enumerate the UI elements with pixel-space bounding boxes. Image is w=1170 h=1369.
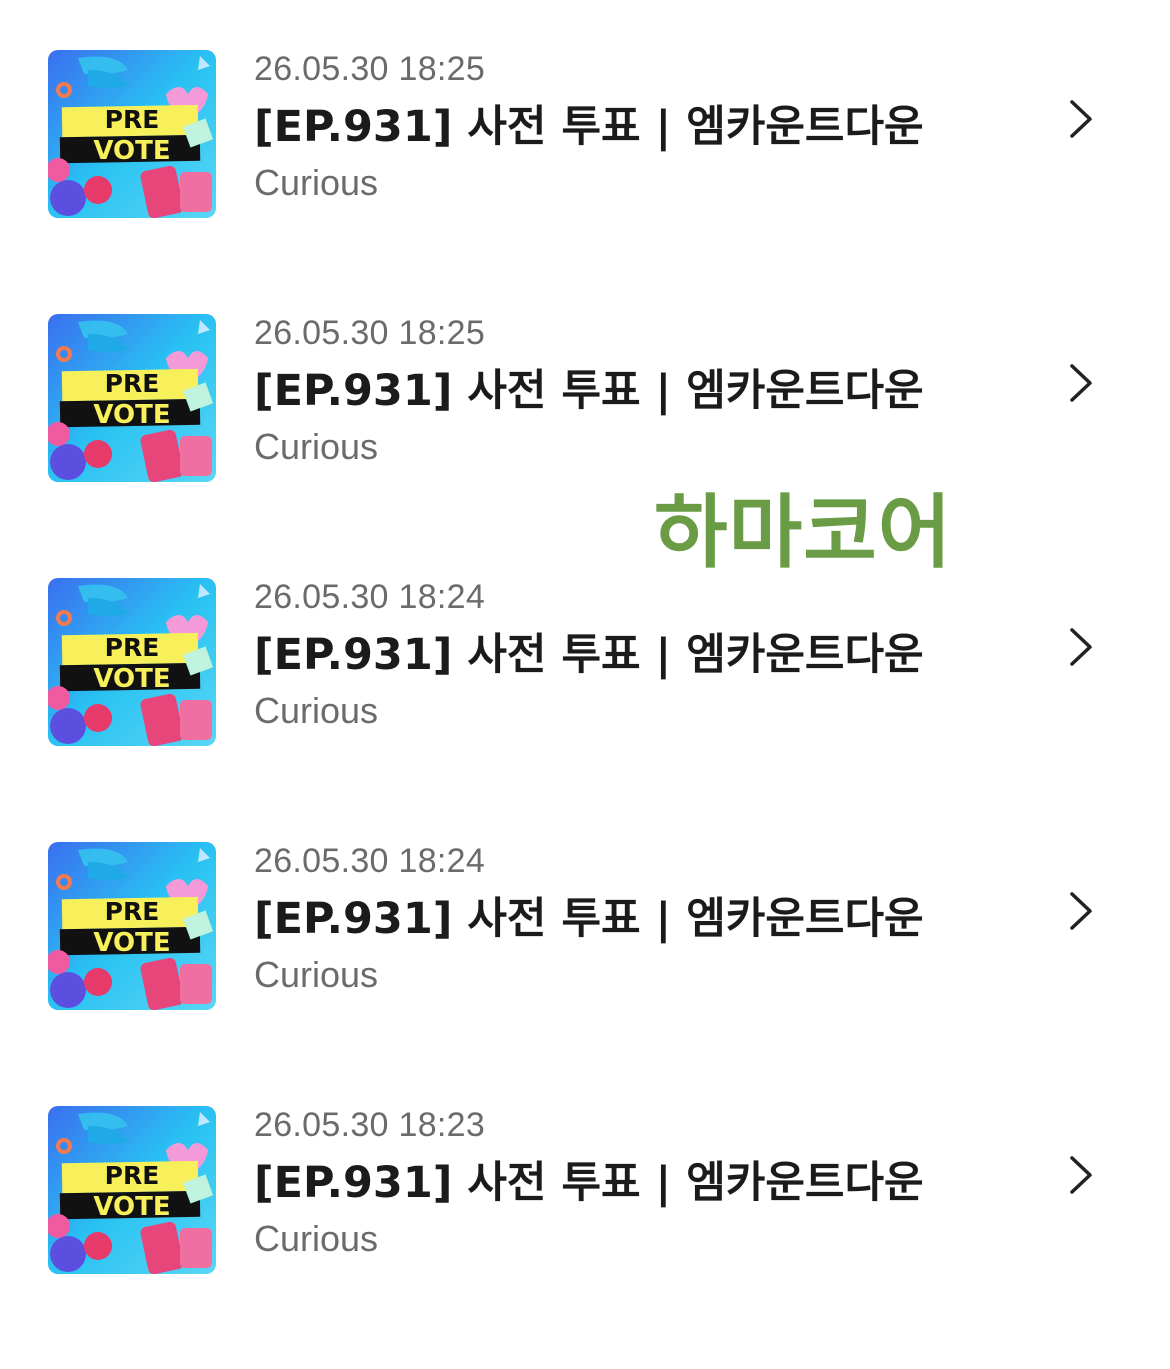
thumbnail: PRE VOTE bbox=[48, 578, 216, 746]
item-date: 26.05.30 18:25 bbox=[254, 314, 486, 352]
thumb-vote-label: VOTE bbox=[93, 136, 170, 166]
chevron-right-icon[interactable] bbox=[1062, 624, 1098, 670]
item-subtitle: Curious bbox=[254, 162, 379, 203]
pre-vote-thumbnail-image: PRE VOTE bbox=[48, 1106, 216, 1274]
thumb-vote-label: VOTE bbox=[93, 1192, 170, 1222]
chevron-right-icon[interactable] bbox=[1062, 888, 1098, 934]
item-subtitle: Curious bbox=[254, 426, 379, 467]
thumb-vote-label: VOTE bbox=[93, 928, 170, 958]
pre-vote-thumbnail-image: PRE VOTE bbox=[48, 842, 216, 1010]
thumb-pre-label: PRE bbox=[105, 1161, 160, 1190]
item-date: 26.05.30 18:23 bbox=[254, 1106, 486, 1144]
item-title: [EP.931] 사전 투표 | 엠카운트다운 bbox=[254, 1158, 924, 1208]
item-title: [EP.931] 사전 투표 | 엠카운트다운 bbox=[254, 894, 924, 944]
item-subtitle: Curious bbox=[254, 690, 379, 731]
thumbnail: PRE VOTE bbox=[48, 842, 216, 1010]
list-item[interactable]: PRE VOTE 26.05.30 18:23 [EP.931] 사전 투표 |… bbox=[0, 1092, 1170, 1292]
pre-vote-thumbnail-image: PRE VOTE bbox=[48, 314, 216, 482]
item-date: 26.05.30 18:24 bbox=[254, 842, 486, 880]
item-subtitle: Curious bbox=[254, 954, 379, 995]
chevron-right-icon[interactable] bbox=[1062, 96, 1098, 142]
thumb-pre-label: PRE bbox=[105, 369, 160, 398]
chevron-right-icon[interactable] bbox=[1062, 360, 1098, 406]
pre-vote-thumbnail-image: PRE VOTE bbox=[48, 50, 216, 218]
item-subtitle: Curious bbox=[254, 1218, 379, 1259]
list-item[interactable]: PRE VOTE 26.05.30 18:24 [EP.931] 사전 투표 |… bbox=[0, 828, 1170, 1028]
thumb-pre-label: PRE bbox=[105, 897, 160, 926]
item-title: [EP.931] 사전 투표 | 엠카운트다운 bbox=[254, 102, 924, 152]
list-item[interactable]: PRE VOTE 26.05.30 18:24 [EP.931] 사전 투표 |… bbox=[0, 564, 1170, 764]
thumb-vote-label: VOTE bbox=[93, 664, 170, 694]
chevron-right-icon[interactable] bbox=[1062, 1152, 1098, 1198]
pre-vote-thumbnail-image: PRE VOTE bbox=[48, 578, 216, 746]
list-item[interactable]: PRE VOTE 26.05.30 18:25 [EP.931] 사전 투표 |… bbox=[0, 300, 1170, 500]
list-item[interactable]: PRE VOTE 26.05.30 18:25 [EP.931] 사전 투표 |… bbox=[0, 36, 1170, 236]
thumb-pre-label: PRE bbox=[105, 633, 160, 662]
thumbnail: PRE VOTE bbox=[48, 1106, 216, 1274]
thumb-pre-label: PRE bbox=[105, 105, 160, 134]
watermark-text: 하마코어 bbox=[654, 486, 953, 579]
thumb-vote-label: VOTE bbox=[93, 400, 170, 430]
thumbnail: PRE VOTE bbox=[48, 314, 216, 482]
item-title: [EP.931] 사전 투표 | 엠카운트다운 bbox=[254, 630, 924, 680]
item-date: 26.05.30 18:25 bbox=[254, 50, 486, 88]
item-title: [EP.931] 사전 투표 | 엠카운트다운 bbox=[254, 366, 924, 416]
item-date: 26.05.30 18:24 bbox=[254, 578, 486, 616]
thumbnail: PRE VOTE bbox=[48, 50, 216, 218]
